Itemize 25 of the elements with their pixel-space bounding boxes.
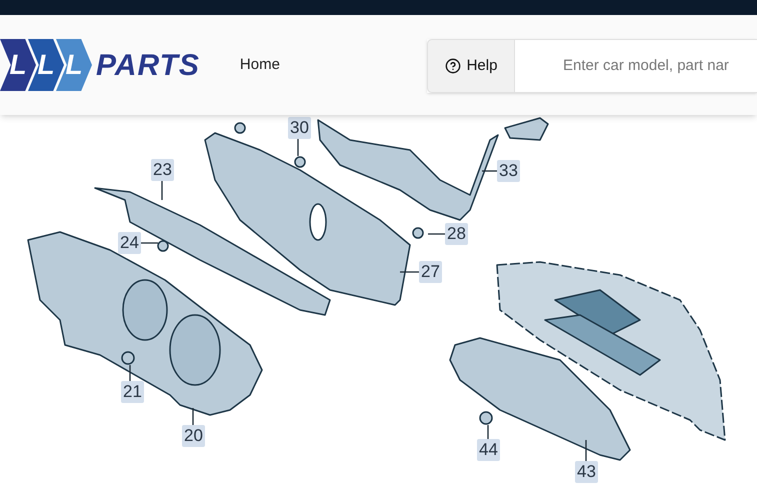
help-icon <box>444 58 461 74</box>
leader-line <box>161 181 163 200</box>
leader-line <box>297 139 299 156</box>
leader-line <box>140 242 158 244</box>
part-number-label[interactable]: 21 <box>121 381 144 403</box>
leader-line <box>129 365 131 382</box>
help-button[interactable]: Help <box>427 39 515 93</box>
leader-line <box>482 170 498 172</box>
part-number-label[interactable]: 33 <box>497 160 520 182</box>
part-number-label[interactable]: 28 <box>445 223 468 245</box>
leader-line <box>487 425 489 440</box>
part-number-label[interactable]: 23 <box>151 159 174 181</box>
part-number-label[interactable]: 20 <box>182 425 205 447</box>
nav-link[interactable]: Home <box>240 54 280 76</box>
leader-line <box>585 440 587 462</box>
leader-line <box>400 271 419 273</box>
logo[interactable]: L L L PARTS <box>0 39 200 91</box>
part-number-label[interactable]: 30 <box>288 117 311 139</box>
part-number-label[interactable]: 43 <box>575 461 598 483</box>
search-field[interactable]: Enter car model, part nar <box>515 39 757 93</box>
leader-line <box>192 408 194 426</box>
part-number-label[interactable]: 27 <box>419 261 442 283</box>
leader-line <box>428 233 446 235</box>
part-number-label[interactable]: 44 <box>477 439 500 461</box>
part-number-label[interactable]: 24 <box>118 232 141 254</box>
